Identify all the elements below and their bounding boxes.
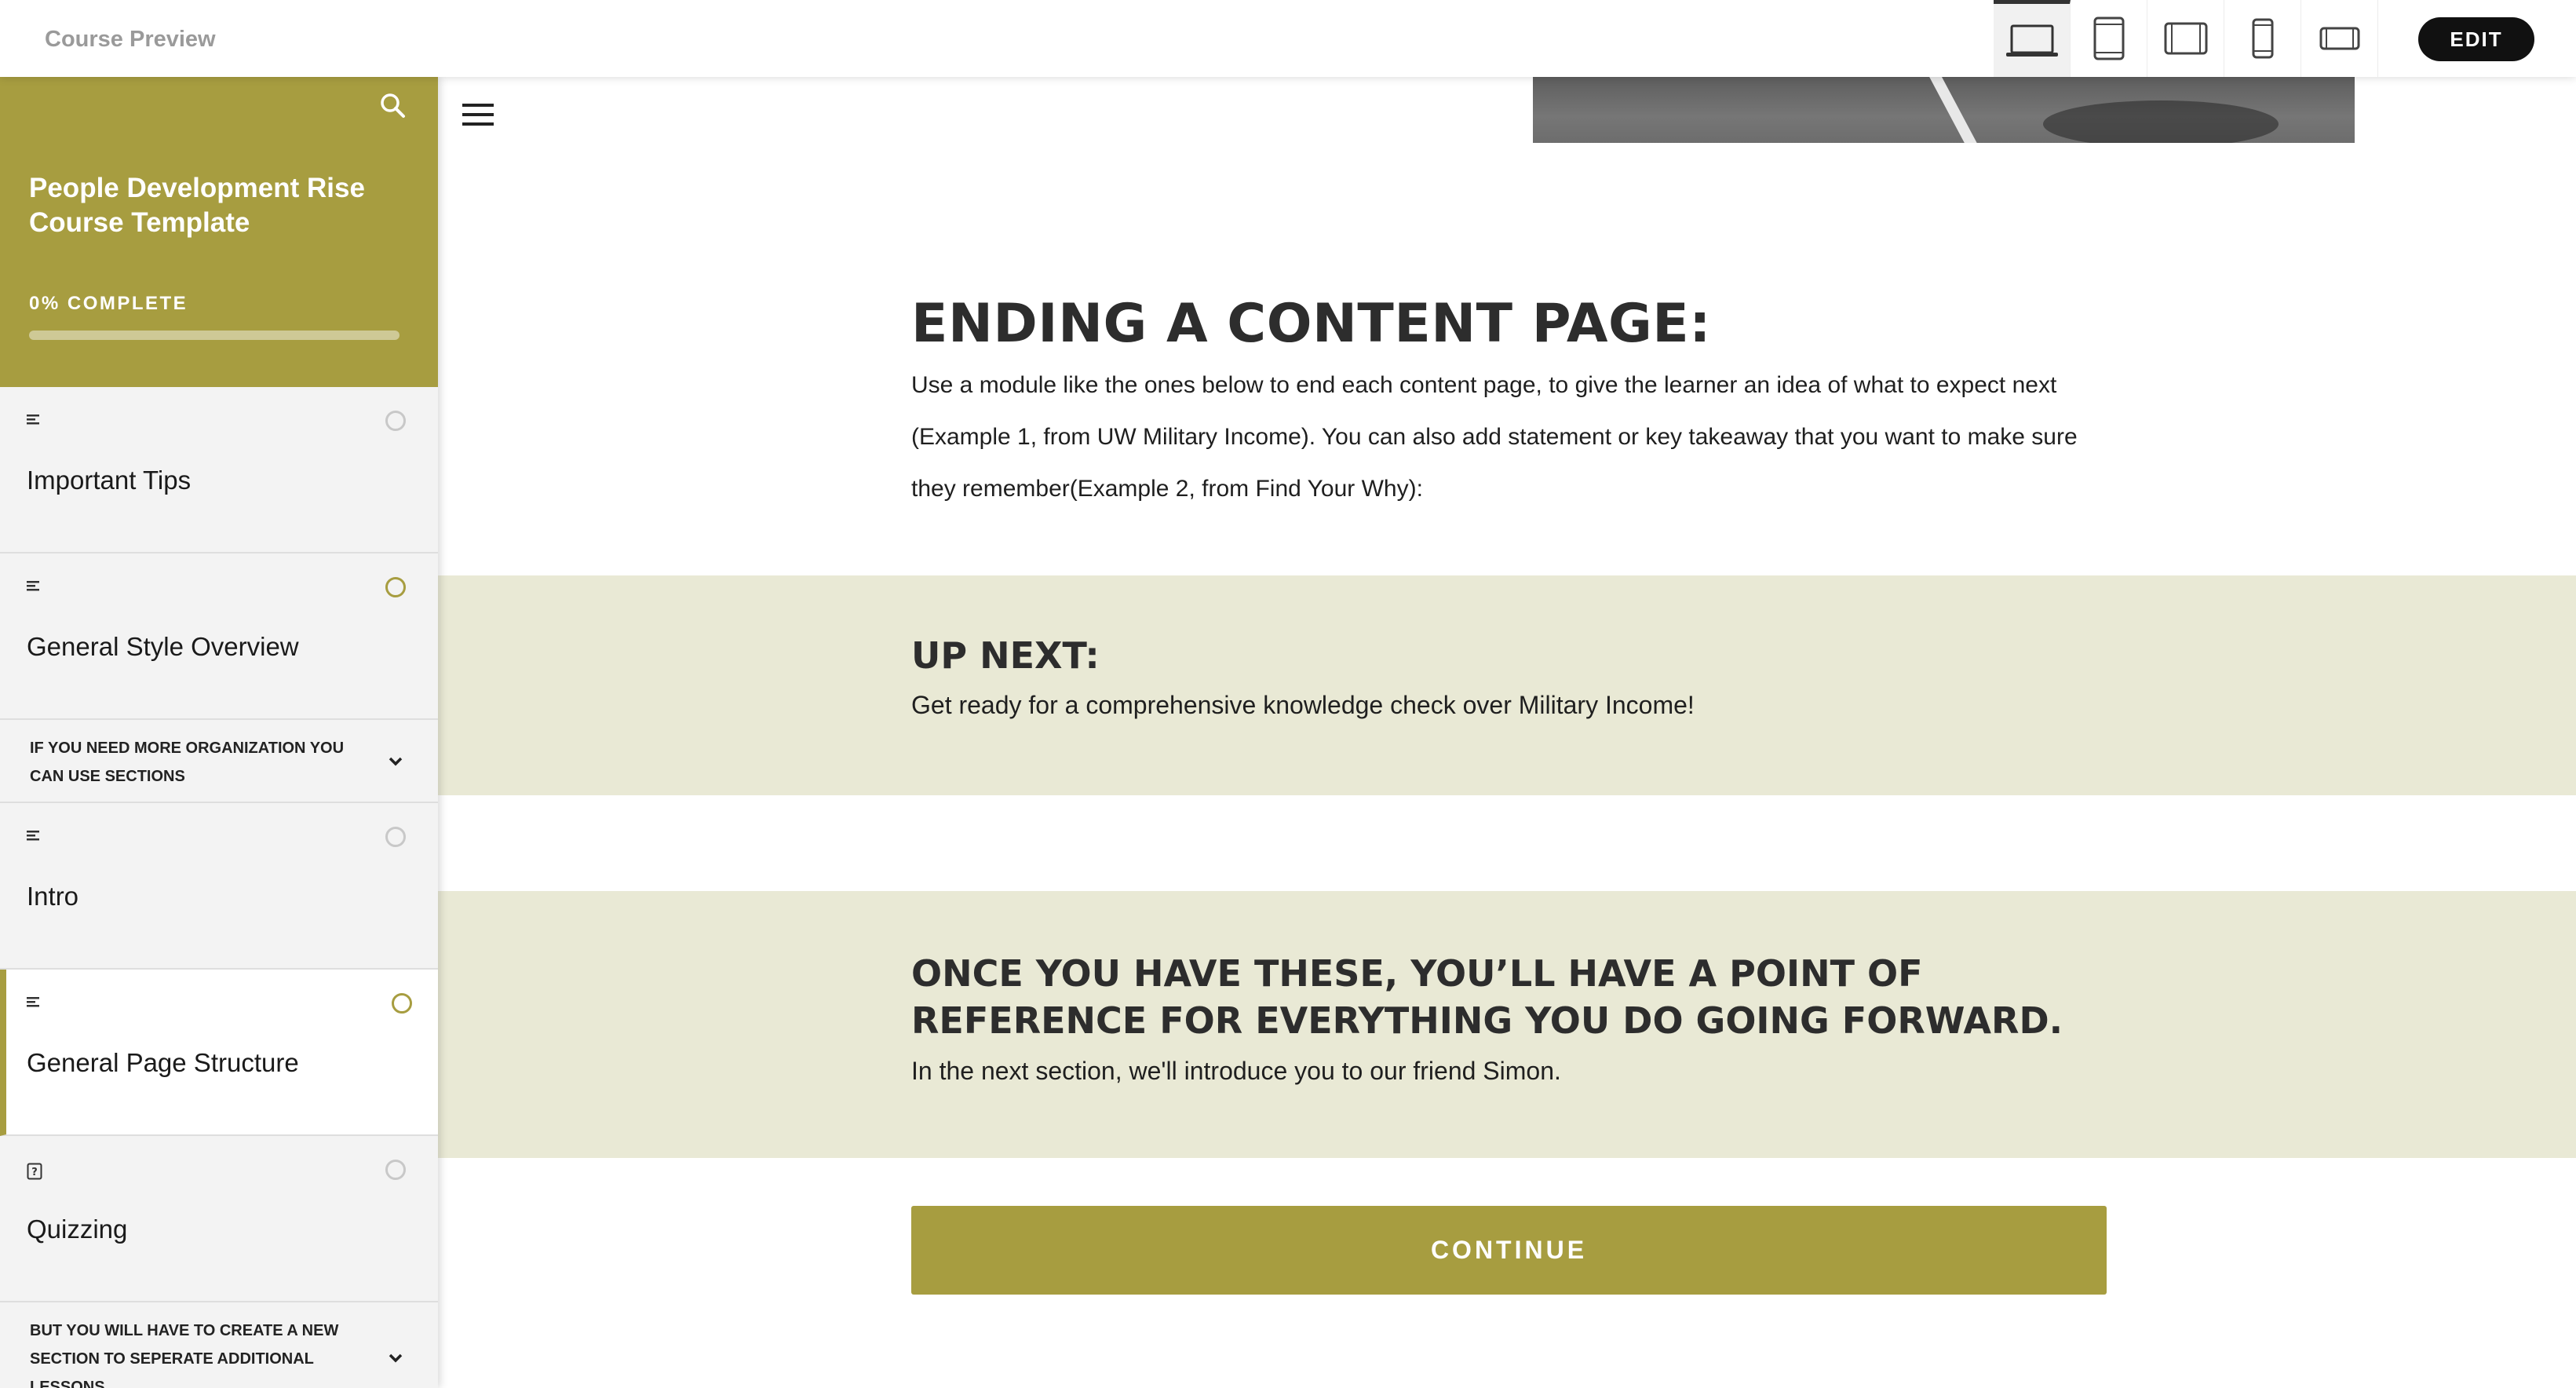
lesson-content: ENDING A CONTENT PAGE: Use a module like… [438, 77, 2576, 1388]
svg-text:?: ? [31, 1167, 38, 1178]
tablet-landscape-icon [2164, 22, 2207, 55]
lesson-status-icon [392, 993, 412, 1014]
section-label: IF YOU NEED MORE ORGANIZATION YOU CAN US… [30, 740, 345, 785]
sidebar-item-general-page-structure[interactable]: General Page Structure [0, 970, 438, 1136]
sidebar-section-new-section[interactable]: BUT YOU WILL HAVE TO CREATE A NEW SECTIO… [0, 1302, 438, 1388]
road-image [1533, 77, 2355, 143]
up-next-body: Get ready for a comprehensive knowledge … [911, 691, 1695, 719]
search-icon [381, 93, 405, 118]
course-sidebar: People Development Rise Course Template … [0, 77, 438, 1388]
hamburger-menu-icon [462, 104, 494, 126]
sidebar-item-general-style-overview[interactable]: General Style Overview [0, 553, 438, 720]
sidebar-item-important-tips[interactable]: Important Tips [0, 387, 438, 553]
progress-bar [29, 331, 400, 340]
up-next-block: UP NEXT: Get ready for a comprehensive k… [438, 575, 2576, 795]
image-shadow [2043, 100, 2279, 143]
ending-body: Use a module like the ones below to end … [911, 372, 2078, 502]
up-next-heading: UP NEXT: [911, 634, 1100, 677]
sidebar-section-more-organization[interactable]: IF YOU NEED MORE ORGANIZATION YOU CAN US… [0, 720, 438, 803]
device-tablet-landscape-button[interactable] [2147, 0, 2224, 77]
device-phone-portrait-button[interactable] [2224, 0, 2301, 77]
sidebar-item-label: General Page Structure [27, 1048, 299, 1077]
section-label: BUT YOU WILL HAVE TO CREATE A NEW SECTIO… [30, 1322, 339, 1388]
sidebar-item-label: General Style Overview [27, 632, 299, 661]
lesson-status-icon [385, 411, 406, 431]
text-lesson-icon [27, 415, 39, 425]
search-button[interactable] [378, 91, 407, 123]
device-phone-landscape-button[interactable] [2301, 0, 2378, 77]
device-switcher [1994, 0, 2378, 77]
quiz-lesson-icon: ? [27, 1163, 42, 1180]
text-lesson-icon [27, 997, 39, 1007]
laptop-icon [2005, 24, 2058, 57]
ending-content-block: ENDING A CONTENT PAGE: Use a module like… [911, 293, 2104, 515]
phone-portrait-icon [2252, 18, 2273, 59]
lesson-status-icon [385, 827, 406, 847]
sidebar-item-intro[interactable]: Intro [0, 803, 438, 970]
chevron-down-icon [389, 1353, 403, 1363]
lesson-status-icon [385, 577, 406, 597]
top-bar: Course Preview EDIT [0, 0, 2576, 77]
sidebar-header: People Development Rise Course Template … [0, 77, 438, 387]
edit-button[interactable]: EDIT [2418, 17, 2534, 61]
reference-heading: ONCE YOU HAVE THESE, YOU’LL HAVE A POINT… [911, 952, 2063, 1042]
device-tablet-portrait-button[interactable] [2071, 0, 2147, 77]
chevron-down-icon [389, 757, 403, 766]
course-title: People Development Rise Course Template [29, 173, 365, 238]
phone-landscape-icon [2319, 27, 2359, 50]
sidebar-item-label: Intro [27, 882, 79, 911]
text-lesson-icon [27, 831, 39, 841]
ending-heading: ENDING A CONTENT PAGE: [911, 293, 1711, 355]
road-marking [1928, 77, 1980, 143]
tablet-portrait-icon [2093, 16, 2124, 60]
progress-label: 0% COMPLETE [29, 293, 188, 314]
device-laptop-button[interactable] [1994, 0, 2071, 77]
reference-block: ONCE YOU HAVE THESE, YOU’LL HAVE A POINT… [438, 891, 2576, 1158]
continue-button[interactable]: CONTINUE [911, 1206, 2107, 1295]
sidebar-item-label: Quizzing [27, 1214, 128, 1244]
text-lesson-icon [27, 581, 39, 591]
sidebar-item-label: Important Tips [27, 466, 192, 495]
menu-button[interactable] [462, 102, 494, 131]
sidebar-item-quizzing[interactable]: ? Quizzing [0, 1136, 438, 1302]
reference-body: In the next section, we'll introduce you… [911, 1057, 1561, 1085]
lesson-status-icon [385, 1160, 406, 1180]
preview-title: Course Preview [45, 27, 216, 52]
